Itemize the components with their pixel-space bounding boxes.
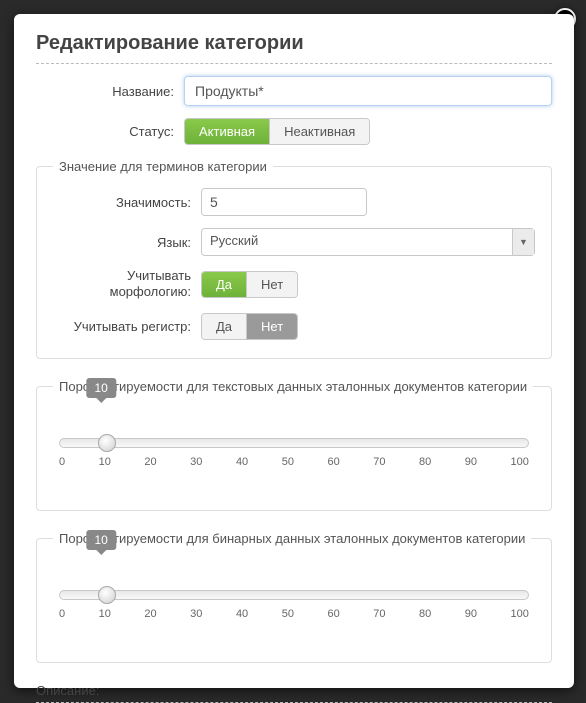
slider1-ticks: 0 10 20 30 40 50 60 70 80 90 100 [59, 456, 529, 468]
slider1-track[interactable] [59, 438, 529, 448]
language-select[interactable]: Русский ▼ [201, 228, 535, 256]
name-label: Название: [36, 84, 184, 99]
name-input[interactable] [184, 76, 552, 106]
row-status: Статус: Активная Неактивная [36, 118, 552, 145]
row-language: Язык: Русский ▼ [53, 228, 535, 256]
terms-fieldset: Значение для терминов категории Значимос… [36, 159, 552, 359]
significance-spinner: ▲ ▼ [201, 188, 367, 216]
morphology-no-button[interactable]: Нет [246, 272, 297, 297]
case-yes-button[interactable]: Да [202, 314, 246, 339]
slider1-area: 10 0 10 20 30 40 50 60 70 80 90 100 [53, 408, 535, 492]
slider2-area: 10 0 10 20 30 40 50 60 70 80 90 100 [53, 560, 535, 644]
status-active-button[interactable]: Активная [185, 119, 269, 144]
status-toggle: Активная Неактивная [184, 118, 370, 145]
modal-title: Редактирование категории [36, 32, 552, 55]
slider2-track[interactable] [59, 590, 529, 600]
slider2-legend: Порог цитируемости для бинарных данных э… [53, 531, 531, 546]
slider1-handle[interactable] [98, 434, 116, 452]
status-label: Статус: [36, 124, 184, 139]
divider [36, 702, 552, 703]
case-toggle: Да Нет [201, 313, 298, 340]
significance-label: Значимость: [53, 195, 201, 210]
language-label: Язык: [53, 235, 201, 250]
slider1-legend: Порог цитируемости для текстовых данных … [53, 379, 533, 394]
significance-input[interactable] [202, 189, 367, 215]
slider1-tooltip: 10 [87, 378, 116, 398]
slider2-handle[interactable] [98, 586, 116, 604]
chevron-down-icon[interactable]: ▼ [512, 229, 534, 255]
terms-legend: Значение для терминов категории [53, 159, 273, 174]
slider2-tooltip: 10 [87, 530, 116, 550]
case-no-button[interactable]: Нет [246, 314, 297, 339]
morphology-toggle: Да Нет [201, 271, 298, 298]
row-case: Учитывать регистр: Да Нет [53, 313, 535, 340]
status-inactive-button[interactable]: Неактивная [269, 119, 369, 144]
row-significance: Значимость: ▲ ▼ [53, 188, 535, 216]
modal-edit-category: Редактирование категории Название: Стату… [14, 14, 574, 688]
slider1-fieldset: Порог цитируемости для текстовых данных … [36, 379, 552, 511]
morphology-yes-button[interactable]: Да [202, 272, 246, 297]
description-label: Описание: [36, 683, 552, 698]
case-label: Учитывать регистр: [53, 319, 201, 334]
row-name: Название: [36, 76, 552, 106]
slider2-fieldset: Порог цитируемости для бинарных данных э… [36, 531, 552, 663]
divider [36, 63, 552, 64]
morphology-label: Учитывать морфологию: [53, 268, 201, 301]
language-value: Русский [202, 229, 512, 255]
row-morphology: Учитывать морфологию: Да Нет [53, 268, 535, 301]
slider2-ticks: 0 10 20 30 40 50 60 70 80 90 100 [59, 608, 529, 620]
